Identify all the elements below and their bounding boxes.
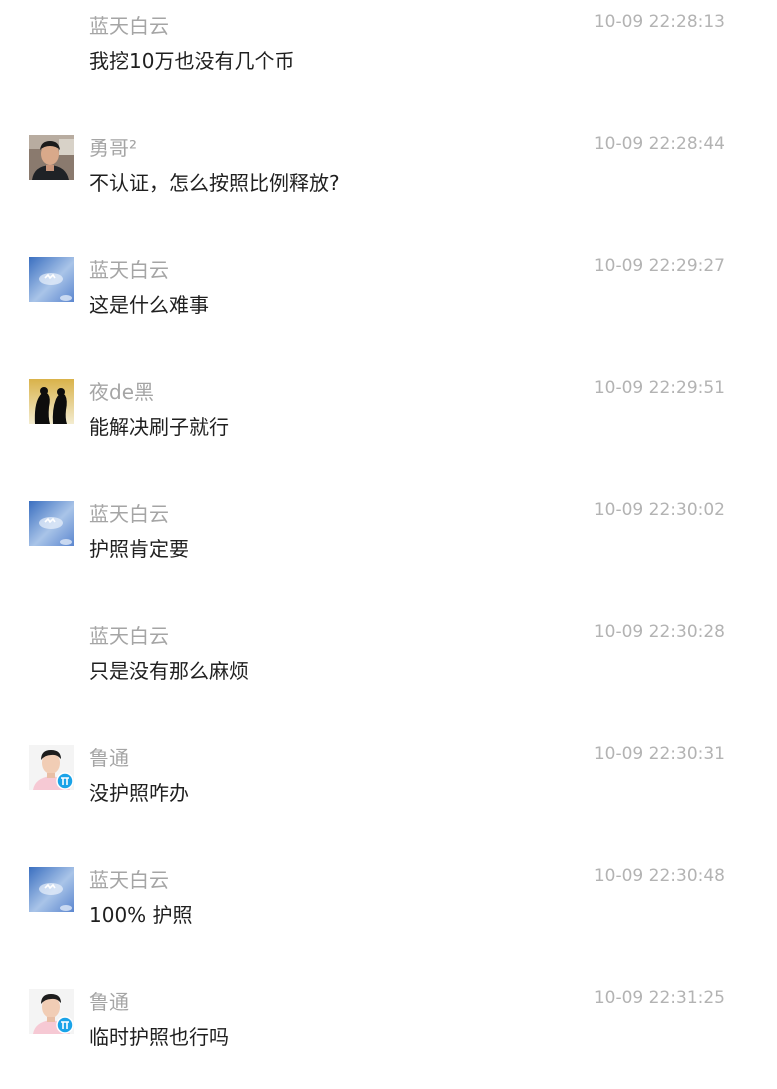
chat-message: 勇哥² 10-09 22:28:44 不认证，怎么按照比例释放? (0, 134, 777, 235)
message-text: 只是没有那么麻烦 (89, 659, 249, 683)
avatar[interactable] (29, 135, 74, 180)
message-text: 100% 护照 (89, 903, 193, 927)
message-timestamp: 10-09 22:30:28 (593, 622, 725, 642)
message-timestamp: 10-09 22:30:02 (593, 500, 725, 520)
chat-message: 鲁通 10-09 22:30:31 没护照咋办 (0, 744, 777, 845)
message-text: 没护照咋办 (89, 781, 189, 805)
avatar[interactable] (29, 989, 74, 1034)
chat-message-list: 蓝天白云 10-09 22:28:13 我挖10万也没有几个币 勇哥² 10-0… (0, 0, 777, 1059)
message-text: 护照肯定要 (89, 537, 189, 561)
chat-message: 蓝天白云 10-09 22:29:27 这是什么难事 (0, 256, 777, 357)
chat-message: 蓝天白云 10-09 22:30:02 护照肯定要 (0, 500, 777, 601)
message-timestamp: 10-09 22:28:44 (593, 134, 725, 154)
man-portrait-pi-badge-avatar-icon (29, 745, 74, 790)
chat-message: 夜de黑 10-09 22:29:51 能解决刷子就行 (0, 378, 777, 479)
chat-message: 蓝天白云 10-09 22:28:13 我挖10万也没有几个币 (0, 12, 777, 113)
sender-name[interactable]: 蓝天白云 (89, 13, 169, 39)
sender-name[interactable]: 勇哥² (89, 135, 137, 161)
sender-name[interactable]: 蓝天白云 (89, 501, 169, 527)
sender-name[interactable]: 蓝天白云 (89, 257, 169, 283)
chat-message: 蓝天白云 10-09 22:30:48 100% 护照 (0, 866, 777, 967)
message-text: 临时护照也行吗 (89, 1025, 229, 1049)
message-timestamp: 10-09 22:30:48 (593, 866, 725, 886)
message-timestamp: 10-09 22:28:13 (593, 12, 725, 32)
silhouette-couple-avatar-icon (29, 379, 74, 424)
sender-name[interactable]: 鲁通 (89, 989, 129, 1015)
message-text: 这是什么难事 (89, 293, 209, 317)
man-portrait-pi-badge-avatar-icon (29, 989, 74, 1034)
blue-sky-avatar-icon (29, 501, 74, 546)
message-timestamp: 10-09 22:30:31 (593, 744, 725, 764)
message-text: 不认证，怎么按照比例释放? (89, 171, 340, 195)
message-timestamp: 10-09 22:29:27 (593, 256, 725, 276)
sender-name[interactable]: 蓝天白云 (89, 867, 169, 893)
avatar[interactable] (29, 501, 74, 546)
message-text: 能解决刷子就行 (89, 415, 229, 439)
blue-sky-avatar-icon (29, 867, 74, 912)
chat-message: 鲁通 10-09 22:31:25 临时护照也行吗 (0, 988, 777, 1089)
message-timestamp: 10-09 22:31:25 (593, 988, 725, 1008)
sender-name[interactable]: 蓝天白云 (89, 623, 169, 649)
blue-sky-avatar-icon (29, 257, 74, 302)
sender-name[interactable]: 鲁通 (89, 745, 129, 771)
man-dark-shirt-avatar-icon (29, 135, 74, 180)
chat-message: 蓝天白云 10-09 22:30:28 只是没有那么麻烦 (0, 622, 777, 723)
avatar[interactable] (29, 379, 74, 424)
message-text: 我挖10万也没有几个币 (89, 49, 295, 73)
avatar[interactable] (29, 745, 74, 790)
avatar[interactable] (29, 867, 74, 912)
avatar[interactable] (29, 257, 74, 302)
sender-name[interactable]: 夜de黑 (89, 379, 154, 405)
message-timestamp: 10-09 22:29:51 (593, 378, 725, 398)
